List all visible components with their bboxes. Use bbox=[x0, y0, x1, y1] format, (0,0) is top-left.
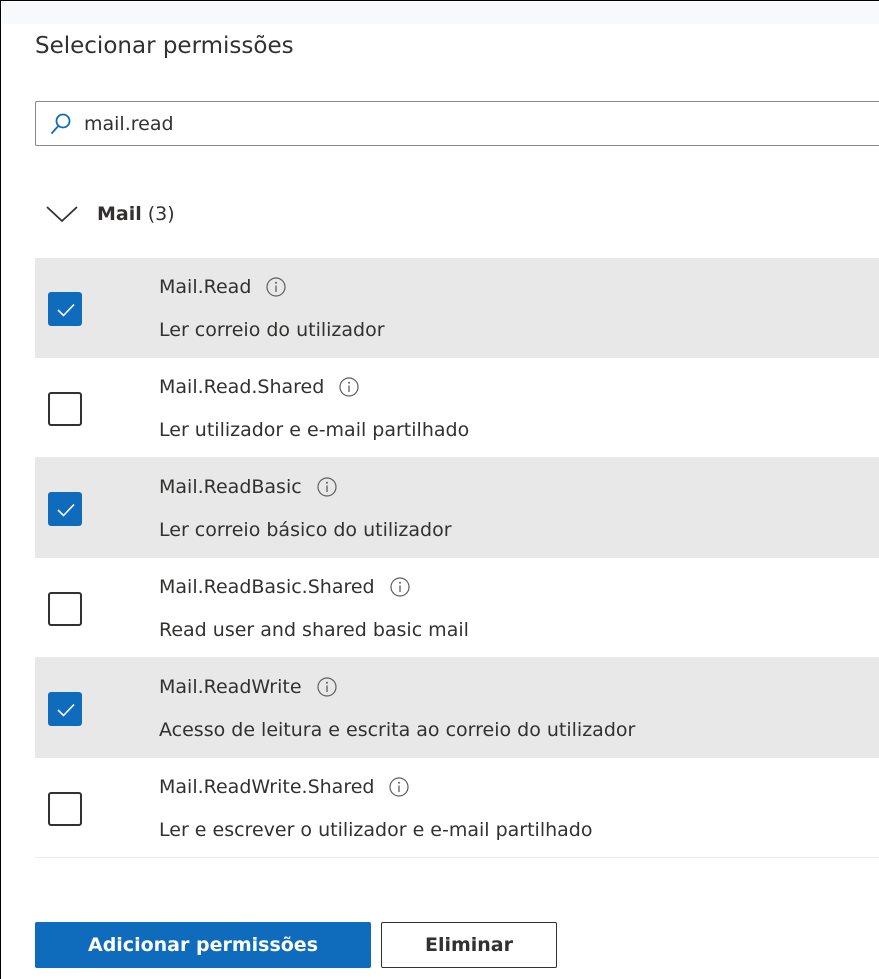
permission-description: Ler e escrever o utilizador e e-mail par… bbox=[159, 819, 593, 841]
chevron-down-icon bbox=[46, 206, 78, 222]
permission-checkbox[interactable] bbox=[48, 692, 82, 726]
permission-checkbox[interactable] bbox=[48, 392, 82, 426]
permissions-panel: Selecionar permissões Mail (3) Mail.Read… bbox=[0, 0, 879, 979]
permission-checkbox[interactable] bbox=[48, 792, 82, 826]
group-name: Mail bbox=[97, 203, 142, 225]
permission-name-group: Mail.Read bbox=[159, 276, 287, 298]
info-icon[interactable] bbox=[316, 476, 338, 498]
permission-list: Mail.Read Ler correio do utilizador Mail… bbox=[35, 258, 879, 858]
section-title: Selecionar permissões bbox=[35, 33, 294, 59]
permission-row[interactable]: Mail.Read Ler correio do utilizador bbox=[35, 258, 879, 358]
permission-description: Read user and shared basic mail bbox=[159, 619, 469, 641]
permission-name-group: Mail.ReadBasic bbox=[159, 476, 338, 498]
search-icon bbox=[51, 113, 71, 134]
permission-name: Mail.ReadWrite bbox=[159, 676, 302, 698]
permission-description: Ler correio do utilizador bbox=[159, 319, 385, 341]
permission-name: Mail.Read bbox=[159, 276, 252, 298]
permission-name: Mail.ReadBasic bbox=[159, 476, 302, 498]
group-count: (3) bbox=[147, 203, 175, 225]
info-icon[interactable] bbox=[265, 276, 287, 298]
info-icon[interactable] bbox=[338, 376, 360, 398]
checkmark-icon bbox=[57, 703, 75, 717]
search-input[interactable] bbox=[84, 108, 844, 140]
permission-row[interactable]: Mail.ReadWrite Acesso de leitura e escri… bbox=[35, 658, 879, 758]
group-header-mail[interactable]: Mail (3) bbox=[45, 194, 175, 234]
permission-row[interactable]: Mail.ReadBasic Ler correio básico do uti… bbox=[35, 458, 879, 558]
permission-row[interactable]: Mail.ReadWrite.Shared Ler e escrever o u… bbox=[35, 758, 879, 858]
checkmark-icon bbox=[57, 303, 75, 317]
permission-name: Mail.ReadWrite.Shared bbox=[159, 776, 375, 798]
permission-name: Mail.ReadBasic.Shared bbox=[159, 576, 375, 598]
permission-description: Ler utilizador e e-mail partilhado bbox=[159, 419, 470, 441]
permission-name-group: Mail.ReadWrite bbox=[159, 676, 338, 698]
permission-description: Ler correio básico do utilizador bbox=[159, 519, 452, 541]
discard-button[interactable]: Eliminar bbox=[381, 922, 557, 968]
permission-name-group: Mail.Read.Shared bbox=[159, 376, 360, 398]
permission-row[interactable]: Mail.Read.Shared Ler utilizador e e-mail… bbox=[35, 358, 879, 458]
info-icon[interactable] bbox=[316, 676, 338, 698]
permission-name-group: Mail.ReadWrite.Shared bbox=[159, 776, 410, 798]
checkmark-icon bbox=[57, 503, 75, 517]
info-icon[interactable] bbox=[389, 576, 411, 598]
permission-name-group: Mail.ReadBasic.Shared bbox=[159, 576, 411, 598]
permission-name: Mail.Read.Shared bbox=[159, 376, 325, 398]
search-box[interactable] bbox=[35, 101, 879, 146]
permission-row[interactable]: Mail.ReadBasic.Shared Read user and shar… bbox=[35, 558, 879, 658]
top-strip bbox=[2, 2, 879, 24]
permission-description: Acesso de leitura e escrita ao correio d… bbox=[159, 719, 636, 741]
permission-checkbox[interactable] bbox=[48, 492, 82, 526]
info-icon[interactable] bbox=[388, 776, 410, 798]
add-permissions-button[interactable]: Adicionar permissões bbox=[35, 922, 371, 968]
permission-checkbox[interactable] bbox=[48, 592, 82, 626]
permission-checkbox[interactable] bbox=[48, 292, 82, 326]
